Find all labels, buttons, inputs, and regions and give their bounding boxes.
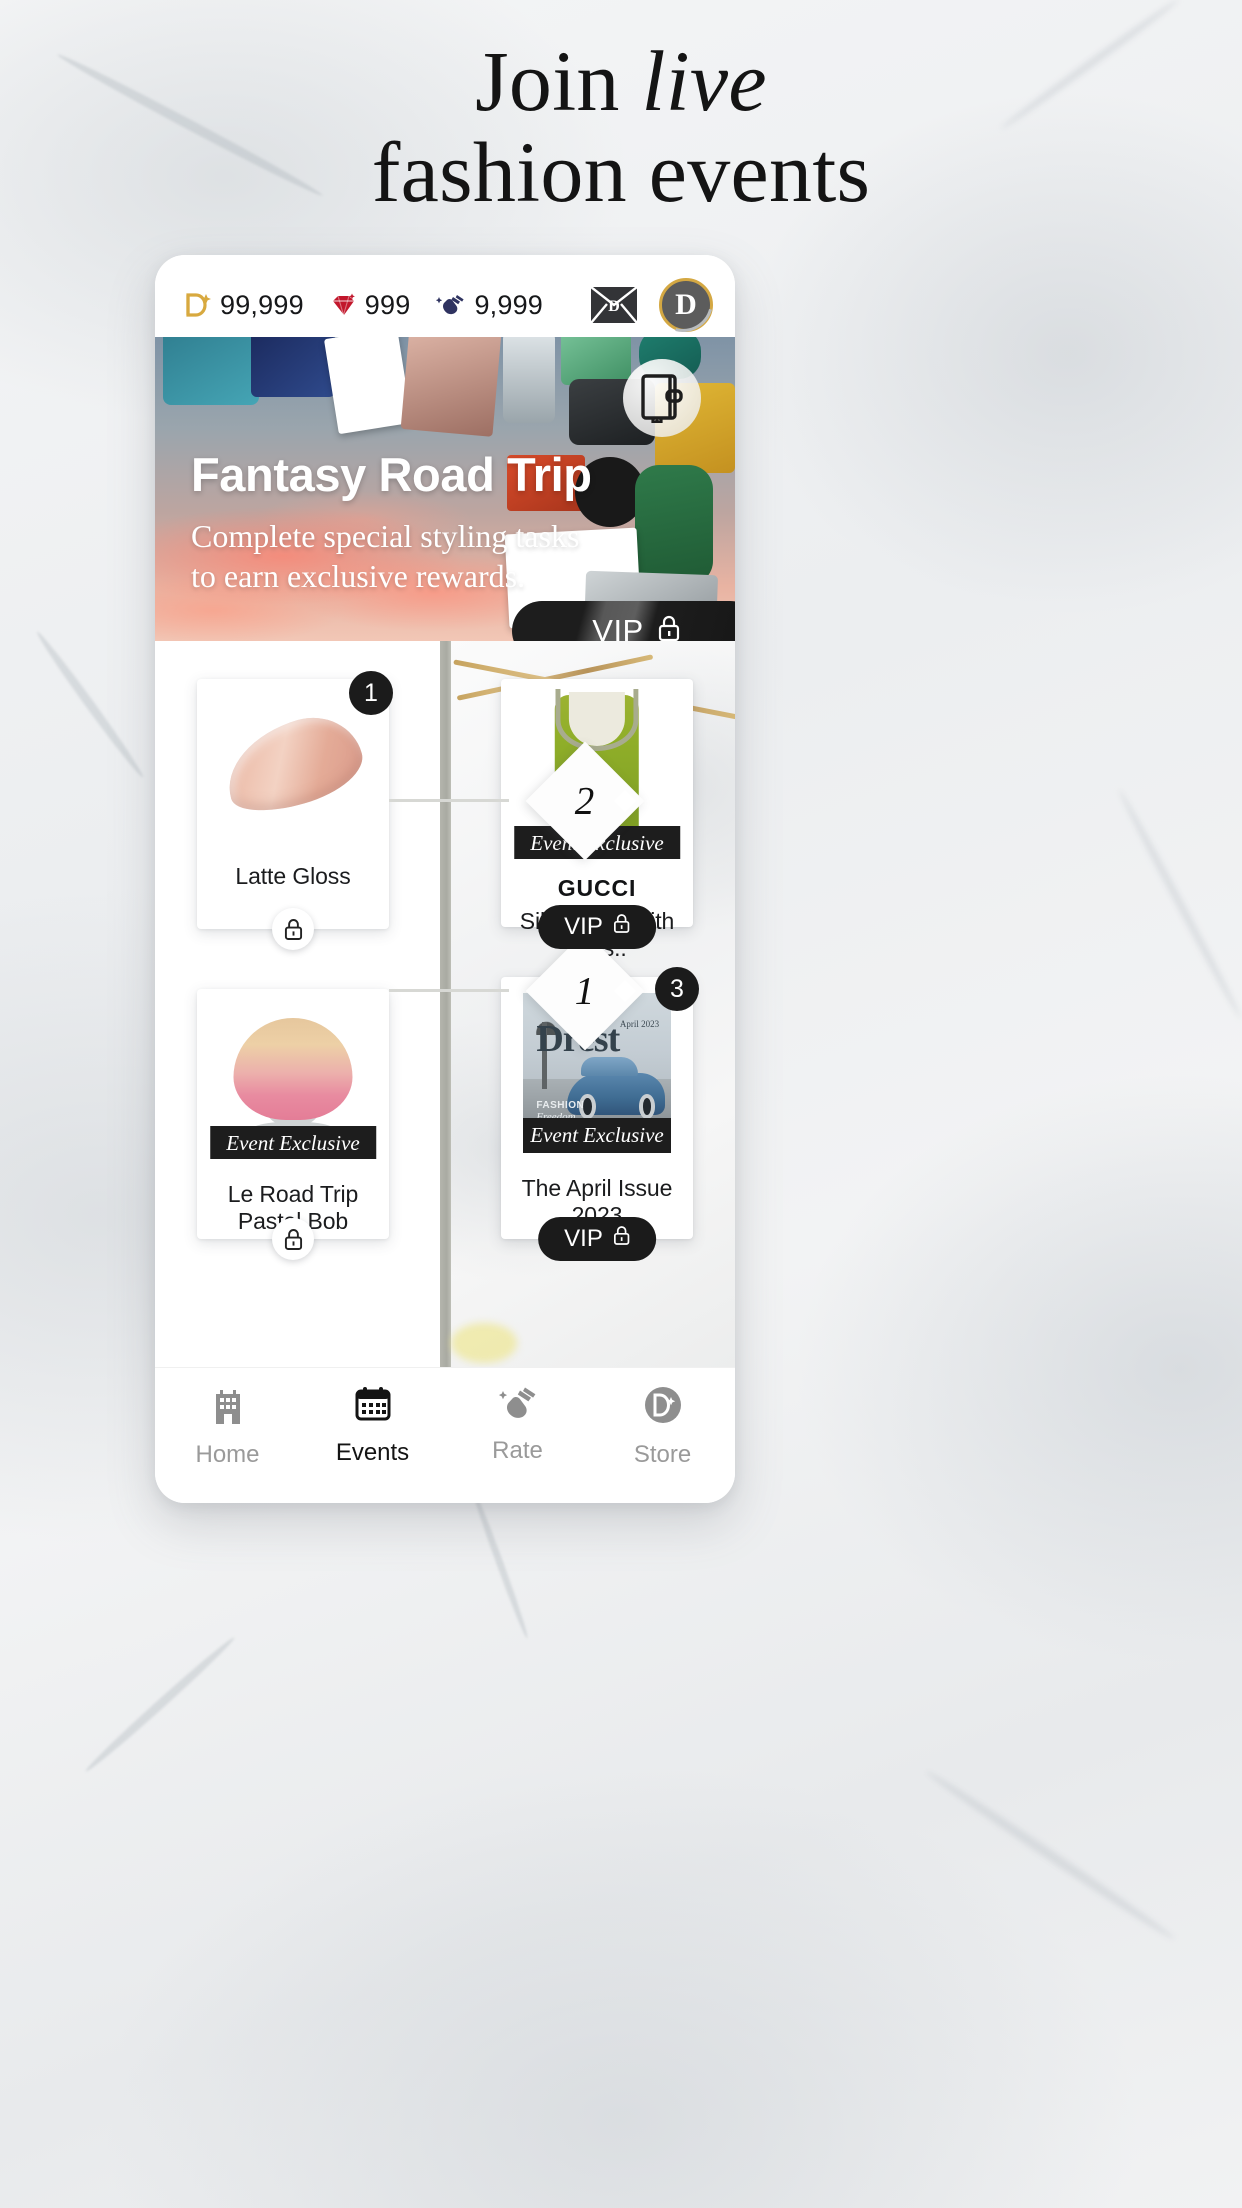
lock-icon[interactable] <box>272 1218 314 1260</box>
journal-icon[interactable] <box>623 359 701 437</box>
task-thumbnail: Event Exclusive <box>197 989 389 1159</box>
hero-vip-label: VIP <box>592 613 644 641</box>
marble-vein <box>82 1634 238 1775</box>
hero-title: Fantasy Road Trip <box>191 447 592 501</box>
decor-blob <box>451 1323 517 1363</box>
magazine-issue-date: April 2023 <box>619 1018 660 1029</box>
collage-bag <box>163 337 259 405</box>
nav-label-events: Events <box>335 1439 410 1466</box>
task-badge: 1 <box>349 671 393 715</box>
mail-envelope-icon[interactable]: D <box>590 286 638 324</box>
exclusive-badge: Event Exclusive <box>523 1118 671 1153</box>
milestone-label: 1 <box>575 969 595 1013</box>
clap-value: 9,999 <box>474 289 544 320</box>
promo-headline-line-2: fashion events <box>371 124 871 221</box>
reward-brand: GUCCI <box>557 875 637 901</box>
lock-icon <box>658 613 680 641</box>
event-board: 1 Latte Gloss 2 Event Exclusive GUCCI VI… <box>155 641 735 1367</box>
nav-label-rate: Rate <box>492 1437 543 1464</box>
marble-vein <box>33 629 147 780</box>
phone-mockup: 99,999 999 9,999 D D Fantasy Road Trip C… <box>155 255 735 1503</box>
board-connector <box>389 799 509 802</box>
lock-icon[interactable] <box>272 908 314 950</box>
collage-portrait <box>400 337 502 437</box>
collage-bottle <box>503 337 555 423</box>
gem-value: 999 <box>364 289 411 320</box>
building-icon <box>211 1386 245 1429</box>
gem-icon <box>330 293 357 317</box>
avatar-letter: D <box>675 288 697 321</box>
nav-item-home[interactable]: Home <box>155 1386 300 1469</box>
bottom-navigation: Home Events Rate Store <box>155 1367 735 1503</box>
hero-text: Fantasy Road Trip Complete special styli… <box>191 447 592 597</box>
marble-vein <box>1115 787 1242 1021</box>
drest-coin-icon <box>185 292 211 318</box>
task-card[interactable]: Event Exclusive Le Road Trip Pastel Bob <box>197 989 389 1260</box>
reward-vip-button[interactable]: VIP <box>538 905 656 949</box>
task-name: Latte Gloss <box>235 863 351 889</box>
reward-vip-label: VIP <box>564 913 603 940</box>
coin-balance[interactable]: 99,999 <box>185 290 304 321</box>
lip-gloss-swatch <box>215 705 371 823</box>
event-hero-banner[interactable]: Fantasy Road Trip Complete special styli… <box>155 337 735 641</box>
hero-subtitle-line-1: Complete special styling tasks <box>191 517 580 554</box>
promo-headline: Join live fashion events <box>0 33 1242 221</box>
nav-item-store[interactable]: Store <box>590 1386 735 1469</box>
nav-item-rate[interactable]: Rate <box>445 1386 590 1465</box>
collage-denim <box>251 337 335 397</box>
clap-hands-icon <box>498 1386 537 1425</box>
collage-photo <box>323 337 413 435</box>
nav-item-events[interactable]: Events <box>300 1386 445 1467</box>
svg-text:D: D <box>608 298 620 315</box>
collage-green <box>561 337 631 385</box>
car-wheel <box>638 1094 656 1119</box>
task-card[interactable]: 1 Latte Gloss <box>197 671 393 950</box>
hero-vip-button[interactable]: VIP <box>512 601 735 641</box>
marble-vein <box>469 1487 531 1640</box>
pastel-bob-hair <box>233 1017 353 1120</box>
board-connector <box>389 989 509 992</box>
reward-vip-button[interactable]: VIP <box>538 1217 656 1261</box>
exclusive-badge: Event Exclusive <box>210 1126 376 1159</box>
clap-balance[interactable]: 9,999 <box>436 290 543 321</box>
milestone-label: 2 <box>575 779 595 823</box>
avatar[interactable]: D <box>659 278 713 332</box>
lock-icon <box>613 913 630 941</box>
nav-label-store: Store <box>633 1441 692 1468</box>
reward-badge: 3 <box>655 967 699 1011</box>
collage-cactus <box>635 465 713 585</box>
marble-vein <box>922 1766 1178 1944</box>
promo-headline-line-1: Join live <box>475 33 767 129</box>
calendar-icon <box>355 1386 391 1427</box>
lock-icon <box>613 1225 630 1253</box>
clap-icon <box>436 293 466 317</box>
hero-subtitle: Complete special styling tasks to earn e… <box>191 516 592 597</box>
gem-balance[interactable]: 999 <box>330 290 411 321</box>
reward-vip-label: VIP <box>564 1225 603 1252</box>
nav-label-home: Home <box>195 1441 260 1468</box>
promo-emphasis: live <box>641 33 767 129</box>
drest-coin-icon <box>644 1386 682 1429</box>
hero-subtitle-line-2: to earn exclusive rewards. <box>191 558 526 595</box>
coin-value: 99,999 <box>220 289 304 320</box>
currency-topbar: 99,999 999 9,999 D D <box>155 255 735 337</box>
progress-rail <box>440 641 451 1367</box>
